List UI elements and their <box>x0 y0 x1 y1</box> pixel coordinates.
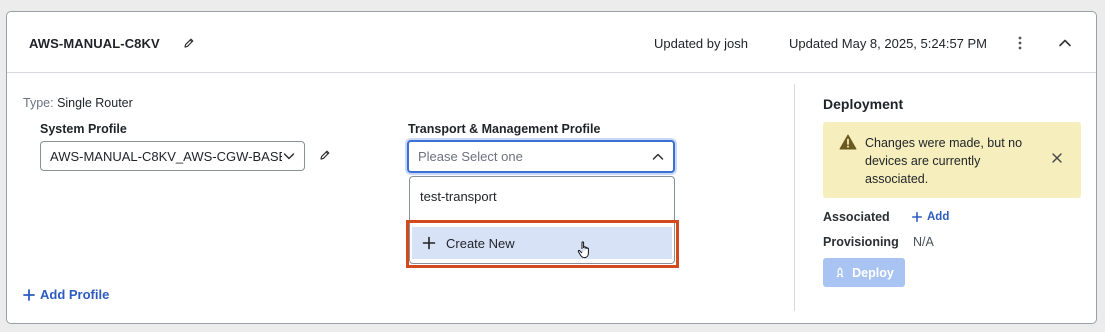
warning-text: Changes were made, but no devices are cu… <box>865 136 1023 186</box>
kebab-menu-icon[interactable] <box>1012 34 1028 52</box>
associated-add-button[interactable]: Add <box>912 211 949 223</box>
router-type: Type: Single Router <box>23 96 133 110</box>
updated-by-text: Updated by josh <box>654 36 748 51</box>
transport-profile-label: Transport & Management Profile <box>408 122 601 136</box>
close-icon[interactable] <box>1051 152 1063 164</box>
plus-icon <box>422 236 436 250</box>
updated-at-text: Updated May 8, 2025, 5:24:57 PM <box>789 36 988 51</box>
type-value: Single Router <box>57 96 133 110</box>
dropdown-option[interactable]: test-transport <box>410 177 674 217</box>
create-new-option[interactable]: Create New <box>412 227 672 259</box>
add-profile-button[interactable]: Add Profile <box>23 287 109 302</box>
router-name: AWS-MANUAL-C8KV <box>29 36 160 51</box>
provisioning-label: Provisioning <box>823 235 899 249</box>
type-label: Type: <box>23 96 54 110</box>
deployment-title: Deployment <box>823 96 904 112</box>
section-divider <box>794 84 795 311</box>
hand-pointer-icon <box>577 240 593 260</box>
deploy-label: Deploy <box>852 265 894 280</box>
transport-profile-placeholder: Please Select one <box>418 149 523 164</box>
provisioning-value: N/A <box>913 235 934 249</box>
card-header: AWS-MANUAL-C8KV Updated by josh Updated … <box>7 12 1096 73</box>
transport-profile-select[interactable]: Please Select one <box>407 140 675 173</box>
chevron-up-icon <box>651 150 665 164</box>
plus-icon <box>23 288 35 301</box>
edit-system-profile-pencil-icon[interactable] <box>319 149 331 161</box>
associated-add-label: Add <box>927 211 950 223</box>
system-profile-select[interactable]: AWS-MANUAL-C8KV_AWS-CGW-BASE <box>40 141 305 171</box>
chevron-down-icon <box>282 149 296 163</box>
warning-icon <box>839 134 857 150</box>
system-profile-label: System Profile <box>40 122 127 136</box>
add-profile-label: Add Profile <box>40 287 110 302</box>
create-new-label: Create New <box>446 235 515 251</box>
warning-banner: Changes were made, but no devices are cu… <box>823 122 1081 198</box>
transport-profile-dropdown: test-transport Create New <box>409 176 675 264</box>
router-card: AWS-MANUAL-C8KV Updated by josh Updated … <box>6 11 1097 324</box>
system-profile-value: AWS-MANUAL-C8KV_AWS-CGW-BASE <box>50 148 282 164</box>
associated-label: Associated <box>823 210 890 224</box>
deploy-button[interactable]: Deploy <box>823 258 905 287</box>
chevron-up-icon[interactable] <box>1057 35 1073 51</box>
rocket-icon <box>836 266 844 277</box>
plus-icon <box>912 212 922 222</box>
edit-name-pencil-icon[interactable] <box>183 37 195 49</box>
